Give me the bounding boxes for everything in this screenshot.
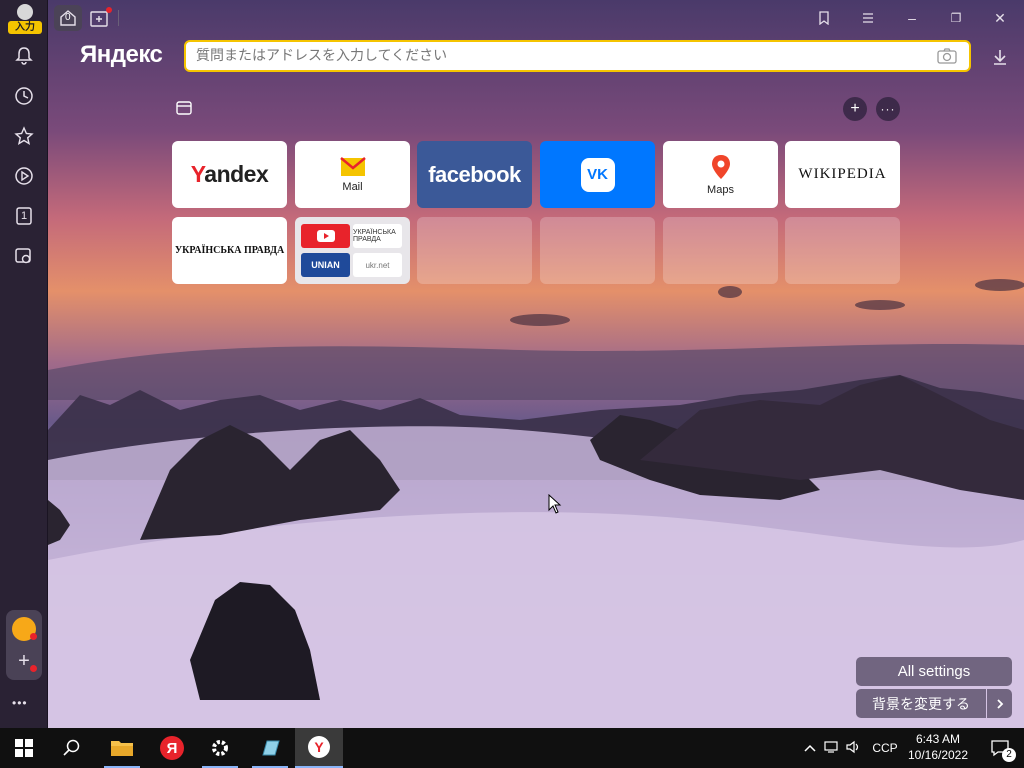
change-background-button[interactable]: 背景を変更する <box>856 689 986 718</box>
network-icon[interactable] <box>820 740 842 757</box>
tile-maps[interactable]: Maps <box>663 141 778 208</box>
system-tray: CCP <box>800 728 902 768</box>
notification-count-badge: 2 <box>1002 748 1016 762</box>
add-tile-button[interactable]: + <box>843 97 867 121</box>
windows-logo-icon <box>15 739 33 757</box>
tile-empty[interactable] <box>417 217 532 284</box>
start-button[interactable] <box>0 728 48 768</box>
tile-empty[interactable] <box>785 217 900 284</box>
history-clock-icon[interactable] <box>12 84 36 108</box>
pravda-tile-logo: УКРАЇНСЬКА ПРАВДА <box>174 245 285 256</box>
wikipedia-tile-logo: WIKIPEDIA <box>798 166 887 182</box>
address-search-bar[interactable] <box>184 40 971 72</box>
hamburger-icon <box>863 13 873 23</box>
yandex-tile-logo: Yandex <box>190 161 269 187</box>
collections-button[interactable] <box>173 97 195 119</box>
taskbar-search-button[interactable] <box>48 728 96 768</box>
yandex-logo[interactable]: Яндекс <box>80 41 163 69</box>
mail-notification-dot <box>30 633 37 640</box>
yandex-browser-button[interactable]: Y <box>295 728 343 768</box>
tile-maps-label: Maps <box>707 183 734 196</box>
notifications-button[interactable]: 2 <box>976 728 1024 768</box>
top-bar: 0 – ❐ ✕ <box>48 0 1024 36</box>
clock-date: 10/16/2022 <box>907 748 969 762</box>
tab-divider <box>118 10 119 26</box>
new-tab-icon <box>90 7 112 27</box>
tile-yandex[interactable]: Yandex <box>172 141 287 208</box>
tab-count-icon[interactable]: 1 <box>12 204 36 228</box>
search-icon <box>63 739 80 756</box>
language-indicator[interactable]: CCP <box>868 741 902 755</box>
background-wallpaper <box>0 0 1024 728</box>
mouse-cursor-icon <box>548 494 562 514</box>
tile-mail[interactable]: Mail <box>295 141 410 208</box>
left-sidebar: 入力 1 + ••• <box>0 0 48 728</box>
tile-empty[interactable] <box>540 217 655 284</box>
download-icon[interactable] <box>990 47 1010 67</box>
tile-empty[interactable] <box>663 217 778 284</box>
camera-search-icon[interactable] <box>937 48 957 64</box>
user-avatar[interactable]: 入力 <box>8 4 42 34</box>
yandex-ya-icon: Я <box>160 736 184 760</box>
mail-envelope-icon <box>339 156 366 176</box>
yandex-app-button[interactable]: Я <box>148 728 196 768</box>
menu-button[interactable] <box>854 6 882 30</box>
chevron-right-icon <box>996 698 1003 709</box>
clock[interactable]: 6:43 AM 10/16/2022 <box>906 731 970 763</box>
new-tab-button[interactable] <box>88 6 114 30</box>
screenshot-camera-icon[interactable] <box>12 244 36 268</box>
home-tab-count: 0 <box>65 12 71 23</box>
tile-facebook[interactable]: facebook <box>417 141 532 208</box>
tab-count-label: 1 <box>20 210 28 222</box>
minimize-button[interactable]: – <box>898 6 926 30</box>
tile-pravda[interactable]: УКРАЇНСЬКА ПРАВДА <box>172 217 287 284</box>
window-icon <box>176 101 192 115</box>
clock-time: 6:43 AM <box>915 732 961 746</box>
gear-icon <box>212 740 228 756</box>
home-tab[interactable]: 0 <box>54 5 82 31</box>
windows-taskbar: Я Y CCP 6:43 AM 10/16/2022 2 <box>0 728 1024 768</box>
group-pravda-icon: УКРАЇНСЬКА ПРАВДА <box>353 224 402 248</box>
tile-mail-label: Mail <box>342 180 363 193</box>
settings-app-button[interactable] <box>196 728 244 768</box>
bookmarks-star-icon[interactable] <box>12 124 36 148</box>
facebook-tile-logo: facebook <box>428 161 521 187</box>
file-explorer-button[interactable] <box>98 728 146 768</box>
bookmarks-panel-button[interactable] <box>810 6 838 30</box>
group-unian-icon: UNIAN <box>301 253 350 277</box>
map-pin-icon <box>711 154 730 179</box>
restore-button[interactable]: ❐ <box>942 6 970 30</box>
add-notification-dot <box>30 665 37 672</box>
next-background-button[interactable] <box>987 689 1012 718</box>
notepad-icon <box>262 740 280 756</box>
avatar-icon <box>17 4 33 20</box>
media-play-icon[interactable] <box>12 164 36 188</box>
yandex-browser-icon: Y <box>308 736 330 758</box>
bookmarks-icon <box>819 11 829 25</box>
search-input[interactable] <box>196 42 896 70</box>
more-options-icon[interactable]: ••• <box>12 696 28 710</box>
tile-group[interactable]: УКРАЇНСЬКА ПРАВДА UNIAN ukr.net <box>295 217 410 284</box>
more-dashboard-button[interactable]: ··· <box>876 97 900 121</box>
volume-icon[interactable] <box>842 740 864 757</box>
close-button[interactable]: ✕ <box>986 6 1014 30</box>
group-youtube-icon <box>301 224 350 248</box>
tile-wikipedia[interactable]: WIKIPEDIA <box>785 141 900 208</box>
all-settings-button[interactable]: All settings <box>856 657 1012 686</box>
group-ukrnet-icon: ukr.net <box>353 253 402 277</box>
avatar-badge: 入力 <box>8 21 42 34</box>
notifications-bell-icon[interactable] <box>12 44 36 68</box>
tile-vk[interactable]: VK <box>540 141 655 208</box>
notepad-app-button[interactable] <box>246 728 294 768</box>
chevron-up-icon[interactable] <box>800 741 820 755</box>
vk-logo-icon: VK <box>580 157 615 192</box>
folder-icon <box>111 741 133 756</box>
